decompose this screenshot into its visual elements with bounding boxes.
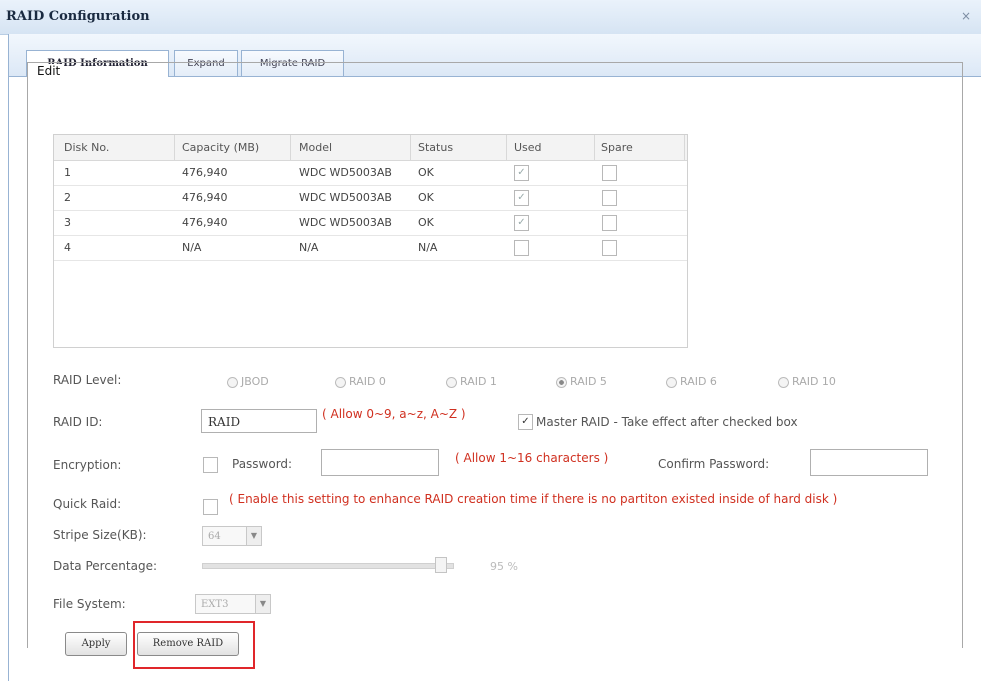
quick-raid-note: ( Enable this setting to enhance RAID cr… [229,492,838,506]
close-icon[interactable]: × [961,9,971,23]
radio-label: RAID 1 [460,375,497,388]
file-system-select[interactable]: EXT3 ▼ [195,594,271,614]
master-raid-checkbox[interactable]: ✓ [518,414,533,430]
radio-raid-10[interactable]: RAID 10 [778,375,836,388]
radio-raid-5[interactable]: RAID 5 [556,375,607,388]
radio-raid-6[interactable]: RAID 6 [666,375,717,388]
window-titlebar: RAID Configuration × [0,0,981,35]
disk-table-header: Disk No. Capacity (MB) Model Status Used… [54,135,687,161]
edit-legend: Edit [33,64,65,78]
password-field[interactable] [321,449,439,476]
disk-status: OK [418,191,434,204]
file-system-label: File System: [53,597,126,611]
used-checkbox[interactable]: ✓ [514,215,529,231]
used-checkbox[interactable] [514,240,529,256]
disk-table: Disk No. Capacity (MB) Model Status Used… [53,134,688,348]
data-percentage-slider[interactable] [434,557,447,573]
col-spare[interactable]: Spare [601,141,633,154]
highlight-box [133,621,255,669]
used-checkbox[interactable]: ✓ [514,165,529,181]
radio-dot [335,376,346,388]
disk-number: 3 [64,216,71,229]
password-hint: ( Allow 1~16 characters ) [455,451,609,465]
chevron-down-icon: ▼ [246,527,261,545]
encryption-label: Encryption: [53,458,122,472]
disk-status: N/A [418,241,438,254]
disk-capacity: 476,940 [182,166,228,179]
radio-dot [227,376,238,388]
confirm-password-label: Confirm Password: [658,457,770,471]
column-divider [410,135,411,160]
raid-level-label: RAID Level: [53,373,122,387]
column-divider [506,135,507,160]
disk-number: 2 [64,191,71,204]
disk-status: OK [418,166,434,179]
column-divider [290,135,291,160]
radio-label: RAID 10 [792,375,836,388]
disk-capacity: 476,940 [182,216,228,229]
raid-id-label: RAID ID: [53,415,103,429]
master-raid-label: Master RAID - Take effect after checked … [536,415,798,429]
table-row[interactable]: 3 476,940 WDC WD5003AB OK ✓ [54,211,687,236]
column-divider [594,135,595,160]
radio-label: RAID 6 [680,375,717,388]
col-model[interactable]: Model [299,141,332,154]
used-checkbox[interactable]: ✓ [514,190,529,206]
disk-model: WDC WD5003AB [299,166,392,179]
col-used[interactable]: Used [514,141,542,154]
chevron-down-icon: ▼ [255,595,270,613]
table-row[interactable]: 1 476,940 WDC WD5003AB OK ✓ [54,161,687,186]
column-divider [174,135,175,160]
password-label: Password: [232,457,293,471]
stripe-size-select[interactable]: 64 ▼ [202,526,262,546]
column-divider [684,135,685,160]
confirm-password-field[interactable] [810,449,928,476]
radio-label: JBOD [241,375,269,388]
data-percentage-value: 95 % [490,560,518,573]
raid-id-hint: ( Allow 0~9, a~z, A~Z ) [322,407,466,421]
radio-dot [778,376,789,388]
data-percentage-track [202,563,454,569]
table-row[interactable]: 4 N/A N/A N/A [54,236,687,261]
spare-checkbox[interactable] [602,165,617,181]
radio-label: RAID 5 [570,375,607,388]
disk-capacity: 476,940 [182,191,228,204]
data-percentage-label: Data Percentage: [53,559,158,573]
disk-capacity: N/A [182,241,202,254]
col-capacity[interactable]: Capacity (MB) [182,141,259,154]
radio-raid-0[interactable]: RAID 0 [335,375,386,388]
stripe-size-label: Stripe Size(KB): [53,528,147,542]
disk-model: WDC WD5003AB [299,216,392,229]
col-status[interactable]: Status [418,141,453,154]
col-disk-no[interactable]: Disk No. [64,141,109,154]
radio-label: RAID 0 [349,375,386,388]
radio-jbod[interactable]: JBOD [227,375,269,388]
window-title: RAID Configuration [6,9,150,24]
quick-raid-checkbox[interactable] [203,499,218,515]
disk-number: 4 [64,241,71,254]
spare-checkbox[interactable] [602,215,617,231]
radio-raid-1[interactable]: RAID 1 [446,375,497,388]
spare-checkbox[interactable] [602,190,617,206]
file-system-value: EXT3 [201,599,229,610]
raid-id-input[interactable]: RAID [201,409,317,433]
disk-model: N/A [299,241,319,254]
radio-dot-selected [556,376,567,388]
radio-dot [446,376,457,388]
table-row[interactable]: 2 476,940 WDC WD5003AB OK ✓ [54,186,687,211]
apply-button[interactable]: Apply [65,632,127,656]
quick-raid-label: Quick Raid: [53,497,122,511]
encryption-checkbox[interactable] [203,457,218,473]
radio-dot [666,376,677,388]
disk-number: 1 [64,166,71,179]
stripe-size-value: 64 [208,531,221,542]
spare-checkbox[interactable] [602,240,617,256]
disk-status: OK [418,216,434,229]
disk-model: WDC WD5003AB [299,191,392,204]
